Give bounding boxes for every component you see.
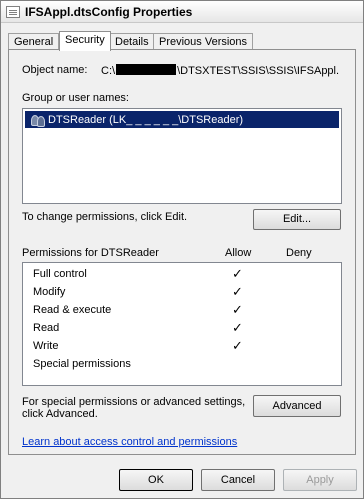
users-icon (30, 113, 46, 127)
permission-row: Modify ✓ (23, 284, 341, 302)
allow-check-icon: ✓ (232, 320, 243, 335)
permission-name: Write (33, 340, 59, 352)
permission-row: Special permissions (23, 356, 341, 374)
ok-button[interactable]: OK (119, 469, 193, 491)
file-icon (6, 5, 20, 18)
allow-check-icon: ✓ (232, 284, 243, 299)
security-tab-panel: Object name: C:\ \DTSXTEST\SSIS\SSIS\IFSA… (8, 49, 356, 455)
permission-row: Full control ✓ (23, 266, 341, 284)
user-name: DTSReader (LK_ _ _ _ _ _\DTSReader) (48, 113, 244, 126)
cancel-button[interactable]: Cancel (201, 469, 275, 491)
allow-check-icon: ✓ (232, 266, 243, 281)
redaction-bar (116, 64, 177, 75)
window-title: IFSAppl.dtsConfig Properties (25, 4, 193, 19)
permission-name: Read (33, 322, 60, 334)
group-or-user-names-label: Group or user names: (22, 92, 129, 104)
permissions-list[interactable]: Full control ✓ Modify ✓ Read & execute ✓… (22, 262, 342, 386)
title-bar[interactable]: IFSAppl.dtsConfig Properties (1, 1, 363, 23)
edit-button[interactable]: Edit... (253, 209, 341, 230)
user-list[interactable]: DTSReader (LK_ _ _ _ _ _\DTSReader) (22, 108, 342, 204)
allow-column-header: Allow (225, 247, 252, 259)
object-name-label: Object name: (22, 64, 88, 76)
list-item[interactable]: DTSReader (LK_ _ _ _ _ _\DTSReader) (25, 111, 339, 128)
permission-name: Special permissions (33, 358, 131, 370)
tab-security[interactable]: Security (59, 31, 111, 51)
allow-check-icon: ✓ (232, 338, 243, 353)
advanced-button[interactable]: Advanced (253, 395, 341, 417)
object-name-prefix: C:\ (101, 65, 116, 77)
advanced-text-line-1: For special permissions or advanced sett… (22, 396, 246, 408)
permissions-for-label: Permissions for DTSReader (22, 247, 159, 259)
deny-column-header: Deny (286, 247, 312, 259)
permission-name: Modify (33, 286, 66, 298)
permission-row: Read ✓ (23, 320, 341, 338)
permission-row: Write ✓ (23, 338, 341, 356)
object-name-value: C:\ \DTSXTEST\SSIS\SSIS\IFSAppl. (101, 64, 339, 77)
allow-check-icon: ✓ (232, 302, 243, 317)
change-permissions-text: To change permissions, click Edit. (22, 211, 188, 223)
permission-row: Read & execute ✓ (23, 302, 341, 320)
properties-dialog: IFSAppl.dtsConfig Properties General Sec… (0, 0, 364, 499)
permission-name: Full control (33, 268, 87, 280)
permission-name: Read & execute (33, 304, 112, 316)
object-name-suffix: \DTSXTEST\SSIS\SSIS\IFSAppl. (177, 65, 340, 77)
learn-access-control-link[interactable]: Learn about access control and permissio… (22, 436, 237, 448)
apply-button[interactable]: Apply (283, 469, 357, 491)
advanced-text-line-2: click Advanced. (22, 408, 98, 420)
